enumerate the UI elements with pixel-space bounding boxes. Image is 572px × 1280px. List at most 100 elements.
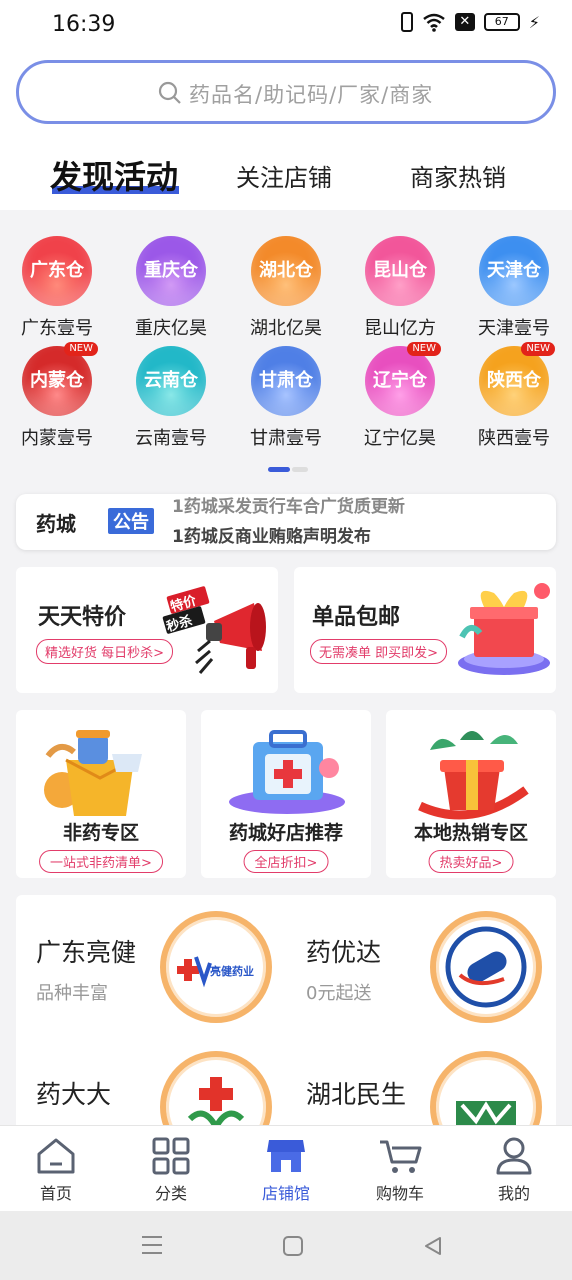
- carousel-indicator: [268, 467, 308, 472]
- battery-icon: 67: [483, 13, 520, 31]
- search-icon: [158, 81, 181, 104]
- system-nav-bar: [0, 1211, 572, 1280]
- store-name[interactable]: 药优达: [306, 933, 381, 969]
- daily-deals-subtitle: 精选好货 每日秒杀>: [36, 639, 174, 664]
- tab-category[interactable]: 分类: [131, 1136, 211, 1204]
- tab-store-hall-label: 店铺馆: [261, 1184, 310, 1203]
- warehouse-badge: 陕西仓 NEW: [479, 342, 555, 416]
- tab-merchant-hot[interactable]: 商家热销: [410, 158, 506, 193]
- minsheng-logo-icon: [456, 1101, 516, 1125]
- announcement-bar[interactable]: 药城 公告 1药城采发贡行车合广货质更新 1药城反商业贿赂声明发布: [16, 494, 556, 550]
- store-icon: [267, 1140, 305, 1172]
- tab-mine-label: 我的: [497, 1184, 530, 1203]
- warehouse-item[interactable]: 辽宁仓 NEW 辽宁亿昊: [350, 342, 450, 450]
- announcement-text: 1药城采发贡行车合广货质更新 1药城反商业贿赂声明发布: [172, 494, 405, 550]
- top-tabs: 发现活动 关注店铺 商家热销: [0, 150, 572, 200]
- tab-discover-activity[interactable]: 发现活动: [50, 152, 178, 198]
- new-badge: NEW: [64, 342, 98, 356]
- non-drug-zone-card[interactable]: 非药专区 一站式非药清单>: [16, 710, 186, 878]
- cart-icon: [380, 1140, 422, 1173]
- charging-icon: ⚡: [528, 12, 540, 32]
- tab-mine[interactable]: 我的: [474, 1136, 554, 1204]
- warehouse-badge: 云南仓: [136, 346, 206, 416]
- bottom-tab-bar: 首页 分类 店铺馆 购物车 我的: [0, 1125, 572, 1211]
- status-bar: 16:39 ✕ 67 ⚡: [0, 0, 572, 50]
- store-logo[interactable]: 亮健药业: [160, 911, 272, 1023]
- local-hot-zone-subtitle: 热卖好品>: [428, 850, 514, 873]
- store-name[interactable]: 广东亮健: [36, 933, 136, 969]
- pharmacy-cross-icon: [187, 1077, 245, 1134]
- announcement-tag: 公告: [108, 508, 154, 534]
- store-logo-text: 亮健药业: [210, 965, 254, 978]
- menu-icon[interactable]: [140, 1234, 164, 1256]
- store-name[interactable]: 药大大: [36, 1075, 111, 1111]
- warehouse-label: 辽宁亿昊: [364, 428, 436, 449]
- medical-kit-icon: [229, 730, 345, 814]
- tab-category-label: 分类: [154, 1184, 187, 1203]
- store-logo[interactable]: [160, 1051, 272, 1135]
- tab-home[interactable]: 首页: [16, 1136, 96, 1204]
- local-hot-zone-title: 本地热销专区: [413, 822, 528, 844]
- daily-deals-card[interactable]: 天天特价 精选好货 每日秒杀> 特价 秒杀: [16, 567, 278, 693]
- warehouse-item[interactable]: 内蒙仓 NEW 内蒙壹号: [7, 342, 107, 450]
- non-drug-zone-subtitle: 一站式非药清单>: [39, 850, 163, 873]
- new-badge: NEW: [407, 342, 441, 356]
- warehouse-item[interactable]: 陕西仓 NEW 陕西壹号: [464, 342, 564, 450]
- recommended-stores-subtitle: 全店折扣>: [243, 850, 329, 873]
- capsule-logo-icon: [445, 926, 527, 1008]
- tab-followed-stores[interactable]: 关注店铺: [236, 158, 332, 193]
- warehouse-item[interactable]: 昆山仓 昆山亿方: [350, 236, 450, 340]
- grid-icon: [152, 1137, 190, 1175]
- warehouse-badge-text: 辽宁仓: [373, 370, 427, 391]
- local-hot-zone-card[interactable]: 本地热销专区 热卖好品>: [386, 710, 556, 878]
- warehouse-badge: 昆山仓: [365, 236, 435, 306]
- header-area: 16:39 ✕ 67 ⚡ 药品名/助记码/厂家/商家 发现活动 关注店铺 商家热…: [0, 0, 572, 210]
- wifi-icon: [422, 13, 445, 32]
- warehouse-badge: 内蒙仓 NEW: [22, 342, 98, 416]
- store-logo[interactable]: [430, 911, 542, 1023]
- store-description: 0元起送: [306, 983, 372, 1004]
- warehouse-badge-text: 内蒙仓: [30, 370, 84, 391]
- no-sim-icon: ✕: [454, 13, 475, 31]
- warehouse-label: 内蒙壹号: [21, 428, 93, 449]
- store-logo[interactable]: [430, 1051, 542, 1135]
- warehouse-badge: 甘肃仓: [251, 346, 321, 416]
- free-shipping-subtitle: 无需凑单 即买即发>: [310, 639, 448, 664]
- warehouse-label: 湖北亿昊: [250, 318, 322, 339]
- home-nav-icon[interactable]: [282, 1235, 304, 1257]
- announcement-brand: 药城: [36, 512, 76, 536]
- announcement-line: 1药城采发贡行车合广货质更新: [172, 497, 405, 517]
- user-icon: [496, 1137, 532, 1175]
- box-basket-icon: [44, 730, 142, 816]
- store-description: 品种丰富: [36, 983, 108, 1004]
- home-icon: [37, 1138, 75, 1174]
- warehouse-item[interactable]: 天津仓 天津壹号: [464, 236, 564, 340]
- warehouse-grid: 广东仓 广东壹号 重庆仓 重庆亿昊 湖北仓 湖北亿昊 昆山仓 昆山亿方 天津仓 …: [0, 210, 572, 480]
- warehouse-badge: 广东仓: [22, 236, 92, 306]
- warehouse-item[interactable]: 湖北仓 湖北亿昊: [236, 236, 336, 340]
- warehouse-item[interactable]: 重庆仓 重庆亿昊: [121, 236, 221, 340]
- announcement-line: 1药城反商业贿赂声明发布: [172, 527, 371, 547]
- warehouse-label: 重庆亿昊: [135, 318, 207, 339]
- recommended-stores-card[interactable]: 药城好店推荐 全店折扣>: [201, 710, 371, 878]
- gift-bag-icon: [418, 731, 529, 820]
- tab-store-hall[interactable]: 店铺馆: [246, 1136, 326, 1204]
- warehouse-item[interactable]: 云南仓 云南壹号: [121, 346, 221, 450]
- free-shipping-card[interactable]: 单品包邮 无需凑单 即买即发>: [294, 567, 556, 693]
- warehouse-label: 广东壹号: [21, 318, 93, 339]
- tab-cart[interactable]: 购物车: [360, 1136, 440, 1204]
- search-input[interactable]: 药品名/助记码/厂家/商家: [16, 60, 556, 124]
- vibrate-icon: [400, 12, 413, 32]
- new-badge: NEW: [521, 342, 555, 356]
- indicator-active: [268, 467, 290, 472]
- non-drug-zone-title: 非药专区: [62, 822, 139, 844]
- store-name[interactable]: 湖北民生: [306, 1075, 406, 1111]
- warehouse-label: 天津壹号: [478, 318, 550, 339]
- back-icon[interactable]: [422, 1235, 444, 1257]
- tab-cart-label: 购物车: [375, 1184, 424, 1203]
- tab-home-label: 首页: [39, 1184, 72, 1203]
- warehouse-item[interactable]: 甘肃仓 甘肃壹号: [236, 346, 336, 450]
- daily-deals-title: 天天特价: [38, 605, 127, 630]
- warehouse-badge-text: 陕西仓: [487, 370, 541, 391]
- warehouse-item[interactable]: 广东仓 广东壹号: [7, 236, 107, 340]
